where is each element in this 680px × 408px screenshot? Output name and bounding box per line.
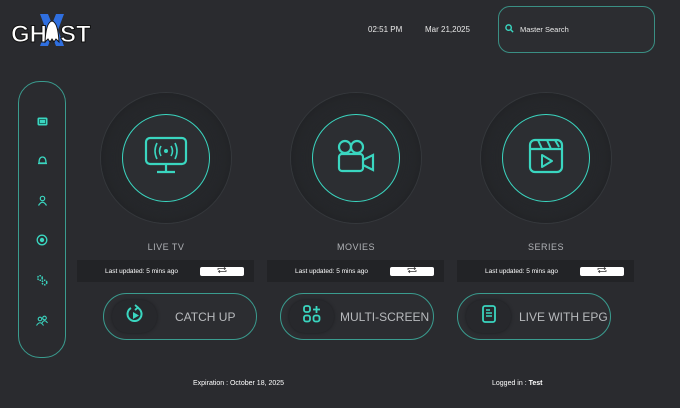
last-updated-text: Last updated: 5 mins ago <box>485 267 558 275</box>
live-tv-label: LIVE TV <box>147 242 185 252</box>
users-icon[interactable] <box>34 312 50 328</box>
refresh-button[interactable] <box>580 266 624 276</box>
master-search[interactable]: Master Search <box>498 6 655 53</box>
live-tv-tile[interactable] <box>101 93 231 223</box>
clapperboard-icon <box>527 137 565 180</box>
expiration-text: Expiration : October 18, 2025 <box>193 380 285 387</box>
multi-screen-label: MULTI-SCREEN <box>340 309 430 324</box>
svg-text:ST: ST <box>60 21 91 48</box>
sidebar <box>18 81 66 358</box>
user-icon[interactable] <box>34 192 50 208</box>
catch-up-label: CATCH UP <box>175 309 236 324</box>
logo: GH ST <box>10 12 92 49</box>
tv-guide-icon[interactable] <box>34 113 50 129</box>
logged-in-text: Logged in : Test <box>492 380 542 387</box>
catch-up-button[interactable]: CATCH UP <box>103 293 257 340</box>
video-camera-icon <box>336 138 376 179</box>
refresh-icon <box>407 266 417 275</box>
refresh-button[interactable] <box>200 266 244 276</box>
live-with-epg-button[interactable]: LIVE WITH EPG <box>457 293 611 340</box>
bell-icon[interactable] <box>34 152 50 168</box>
tv-broadcast-icon <box>144 136 188 181</box>
record-icon[interactable] <box>34 232 50 248</box>
username: Test <box>528 380 543 387</box>
movies-update-bar: Last updated: 5 mins ago <box>267 260 444 282</box>
multi-screen-button[interactable]: MULTI-SCREEN <box>280 293 434 340</box>
series-update-bar: Last updated: 5 mins ago <box>457 260 634 282</box>
live-with-epg-label: LIVE WITH EPG <box>519 309 608 324</box>
movies-label: MOVIES <box>336 242 375 252</box>
last-updated-text: Last updated: 5 mins ago <box>295 267 368 275</box>
catch-up-icon <box>126 304 144 329</box>
search-icon <box>505 24 514 35</box>
settings-icon[interactable] <box>34 272 50 288</box>
svg-text:GH: GH <box>11 21 47 48</box>
multi-screen-icon <box>302 305 321 328</box>
date: Mar 21,2025 <box>425 25 470 34</box>
refresh-button[interactable] <box>390 266 434 276</box>
epg-document-icon <box>481 305 496 328</box>
last-updated-text: Last updated: 5 mins ago <box>105 267 178 275</box>
series-tile[interactable] <box>481 93 611 223</box>
clock: 02:51 PM <box>368 25 403 34</box>
search-placeholder: Master Search <box>520 25 569 34</box>
series-label: SERIES <box>527 242 564 252</box>
live-tv-update-bar: Last updated: 5 mins ago <box>77 260 254 282</box>
refresh-icon <box>217 266 227 275</box>
refresh-icon <box>597 266 607 275</box>
logged-in-label: Logged in : <box>492 380 529 387</box>
movies-tile[interactable] <box>291 93 421 223</box>
